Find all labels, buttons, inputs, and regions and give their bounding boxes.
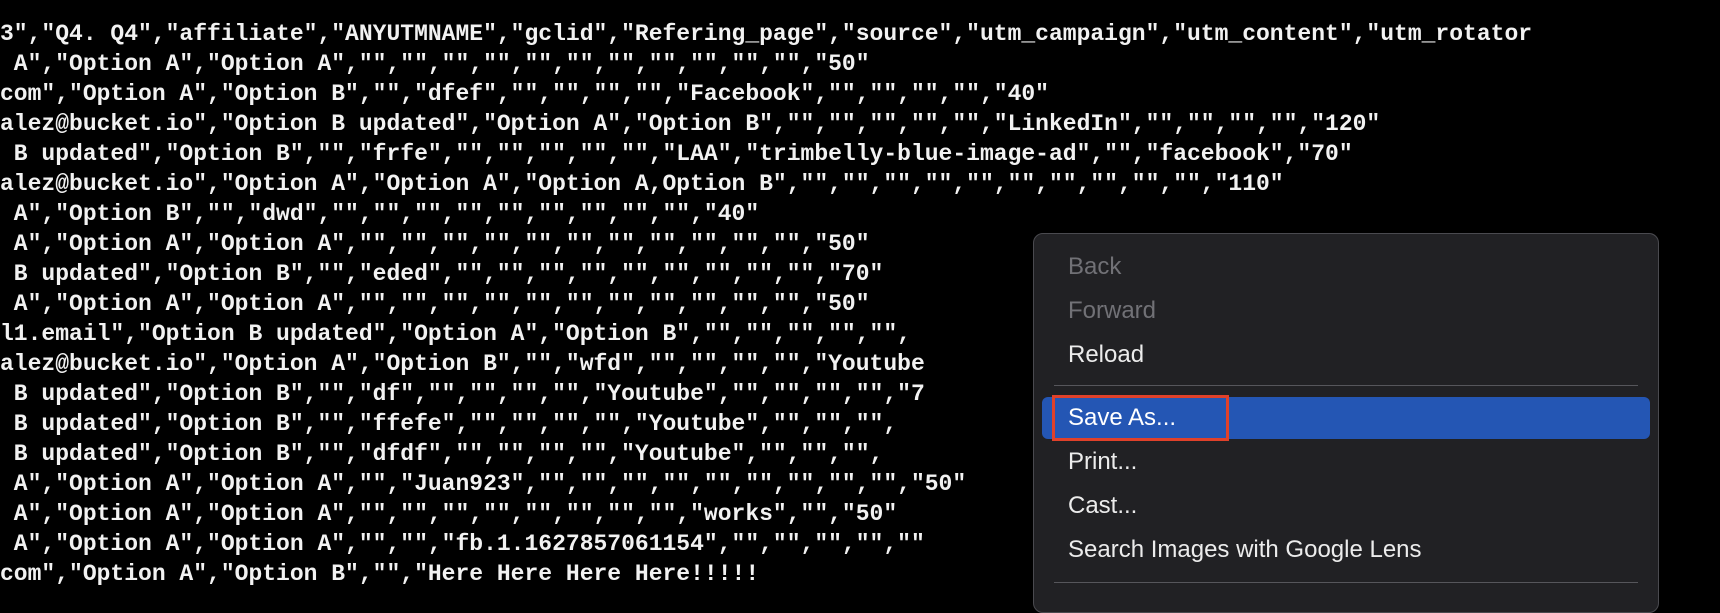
menu-item-back[interactable]: Back [1042, 246, 1650, 288]
csv-line: com","Option A","Option B","","dfef","",… [0, 81, 1049, 107]
menu-separator [1054, 582, 1638, 583]
menu-item-save-as[interactable]: Save As... [1042, 395, 1650, 441]
menu-item-search-images[interactable]: Search Images with Google Lens [1042, 529, 1650, 571]
csv-line: B updated","Option B","","frfe","","",""… [0, 141, 1353, 167]
context-menu: Back Forward Reload Save As... Print... … [1033, 233, 1659, 613]
menu-item-cast[interactable]: Cast... [1042, 485, 1650, 527]
menu-item-reload[interactable]: Reload [1042, 334, 1650, 376]
csv-line: 3","Q4. Q4","affiliate","ANYUTMNAME","gc… [0, 21, 1533, 47]
menu-separator [1054, 385, 1638, 386]
menu-item-forward[interactable]: Forward [1042, 290, 1650, 332]
csv-line: A","Option B","","dwd","","","","","",""… [0, 201, 760, 227]
menu-item-save-as-label: Save As... [1068, 404, 1177, 431]
csv-line: alez@bucket.io","Option B updated","Opti… [0, 111, 1381, 137]
csv-line: alez@bucket.io","Option A","Option A","O… [0, 171, 1284, 197]
csv-line: A","Option A","Option A","","","","","",… [0, 51, 870, 77]
menu-item-print[interactable]: Print... [1042, 441, 1650, 483]
